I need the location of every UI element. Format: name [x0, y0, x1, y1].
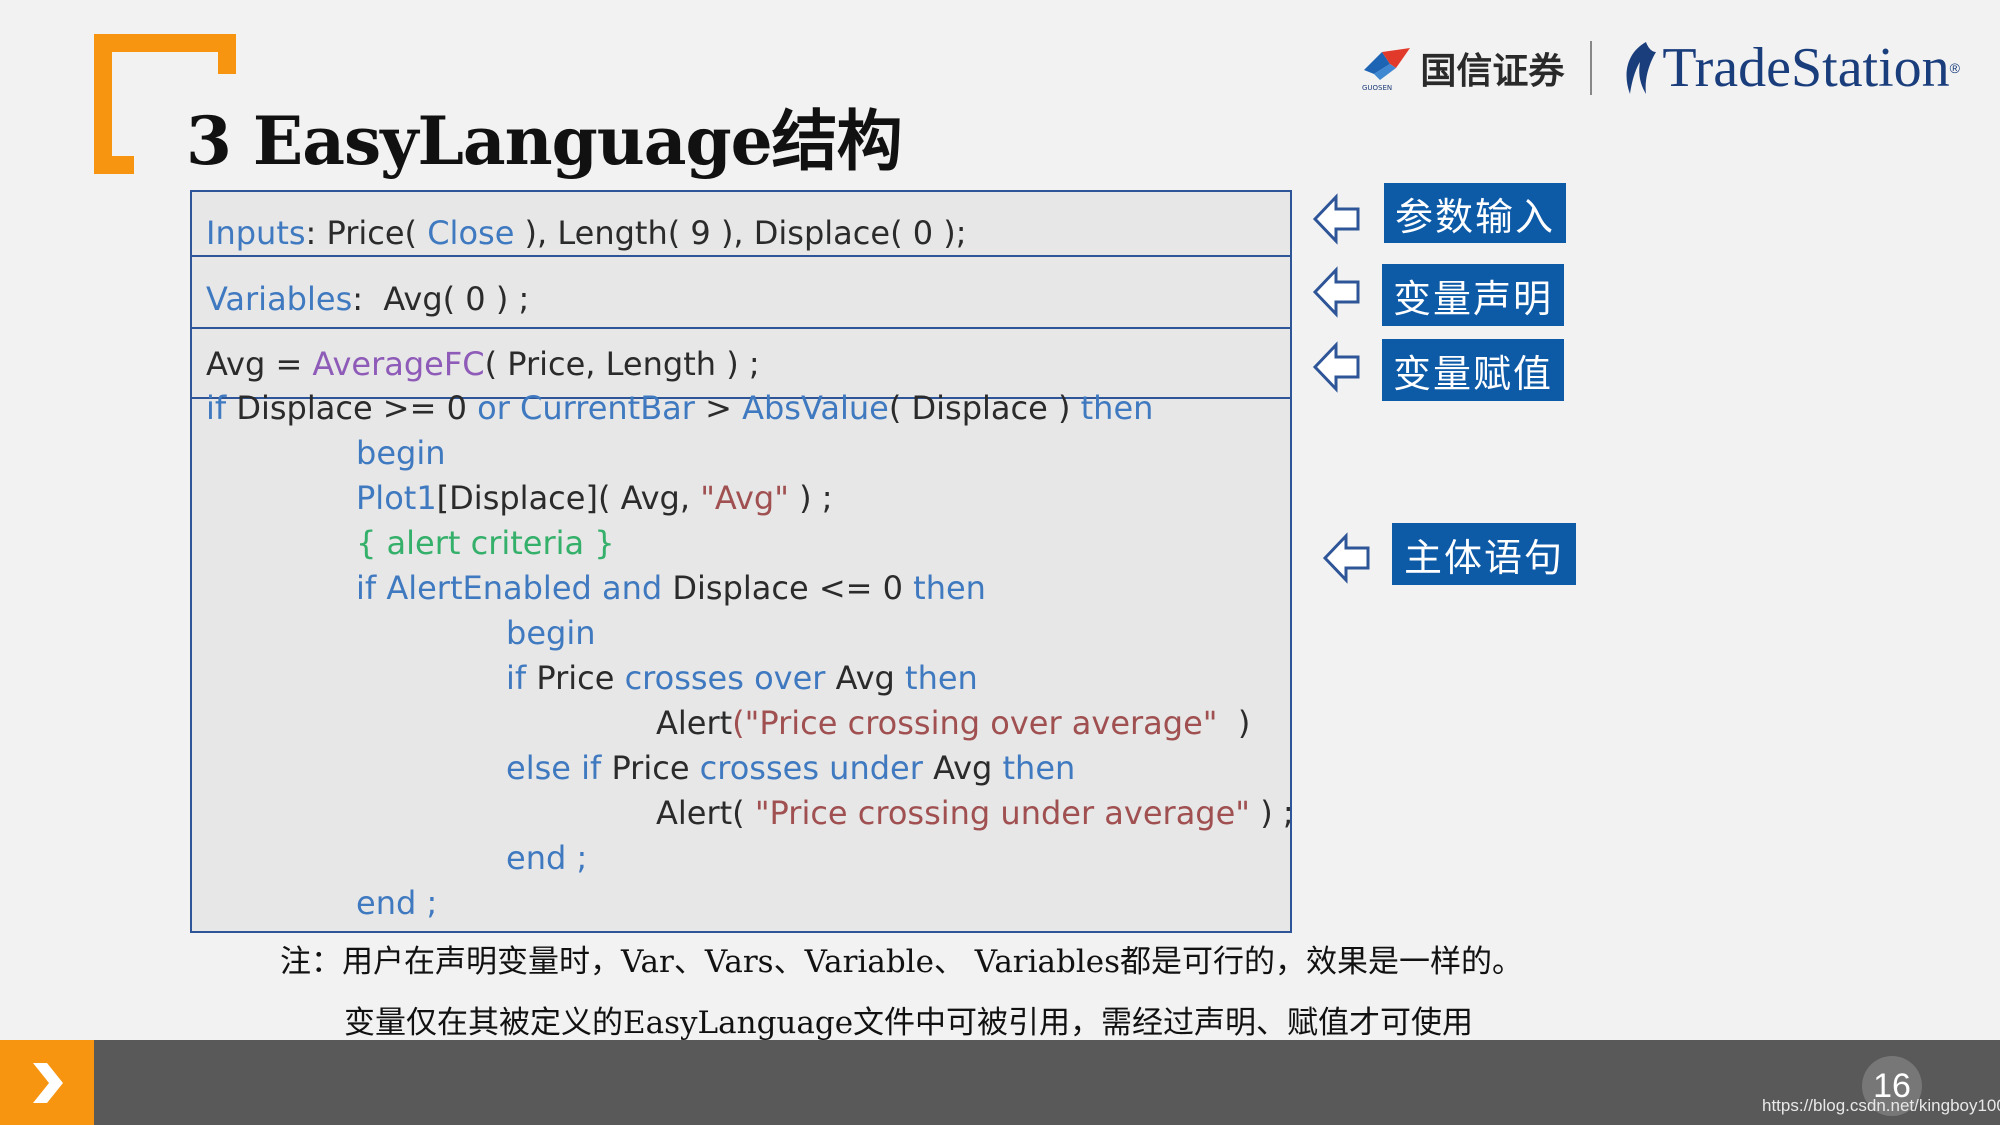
- label-main-body: 主体语句: [1392, 523, 1576, 585]
- guosen-name: 国信证券: [1420, 50, 1565, 92]
- bracket-right: [218, 34, 236, 74]
- code-line-alert-over: Alert("Price crossing over average" ): [656, 704, 1251, 742]
- code-line-comment: { alert criteria }: [356, 524, 615, 562]
- tradestation-name: TradeStation: [1662, 37, 1950, 99]
- code-line-if-displace: if Displace >= 0 or CurrentBar > AbsValu…: [206, 389, 1154, 427]
- chevron-right-icon: [33, 1062, 63, 1103]
- code-line-inputs: Inputs: Price( Close ), Length( 9 ), Dis…: [206, 214, 967, 252]
- label-param-input: 参数输入: [1384, 183, 1566, 243]
- registered-mark: ®: [1949, 60, 1960, 76]
- code-line-if-alert: if AlertEnabled and Displace <= 0 then: [356, 569, 986, 607]
- note-line-2: 变量仅在其被定义的EasyLanguage文件中可被引用，需经过声明、赋值才可使…: [344, 1005, 1474, 1041]
- code-line-end-1: end ;: [506, 839, 588, 877]
- logo-divider: [1590, 41, 1593, 95]
- footer-bar: [0, 1040, 2000, 1125]
- code-line-assignment: Avg = AverageFC( Price, Length ) ;: [206, 345, 760, 383]
- tradestation-flame-icon: [1626, 42, 1657, 94]
- page-title: 3 EasyLanguage结构: [186, 102, 903, 180]
- code-line-end-2: end ;: [356, 884, 438, 922]
- watermark-url: https://blog.csdn.net/kingboy100: [1762, 1096, 2000, 1115]
- guosen-small-text: GUOSEN: [1362, 84, 1392, 92]
- code-line-begin-2: begin: [506, 614, 596, 652]
- code-line-begin-1: begin: [356, 434, 446, 472]
- left-arrow-icon: [1322, 532, 1370, 584]
- code-line-crosses-over: if Price crosses over Avg then: [506, 659, 978, 697]
- left-arrow-icon: [1312, 341, 1360, 393]
- bracket-top: [94, 34, 236, 52]
- label-var-declare: 变量声明: [1382, 264, 1564, 326]
- label-var-assign: 变量赋值: [1382, 339, 1564, 401]
- code-line-plot: Plot1[Displace]( Avg, "Avg" ) ;: [356, 479, 833, 517]
- code-line-crosses-under: else if Price crosses under Avg then: [506, 749, 1076, 787]
- left-arrow-icon: [1312, 266, 1360, 318]
- logo-area: GUOSEN 国信证券 TradeStation ®: [1360, 36, 1960, 100]
- code-box: Inputs: Price( Close ), Length( 9 ), Dis…: [190, 190, 1294, 933]
- guosen-mark-icon: GUOSEN: [1360, 44, 1414, 92]
- footer-tab: [0, 1040, 94, 1125]
- tradestation-logo: TradeStation ®: [1618, 36, 1960, 100]
- guosen-logo: GUOSEN 国信证券: [1360, 42, 1564, 94]
- left-arrow-icon: [1312, 193, 1360, 245]
- note-line-1: 注：用户在声明变量时，Var、Vars、Variable、 Variables都…: [280, 944, 1524, 980]
- bracket-bottom: [94, 156, 134, 174]
- bracket-left: [94, 34, 112, 174]
- code-line-alert-under: Alert( "Price crossing under average" ) …: [656, 794, 1294, 832]
- code-line-variables: Variables: Avg( 0 ) ;: [206, 280, 530, 318]
